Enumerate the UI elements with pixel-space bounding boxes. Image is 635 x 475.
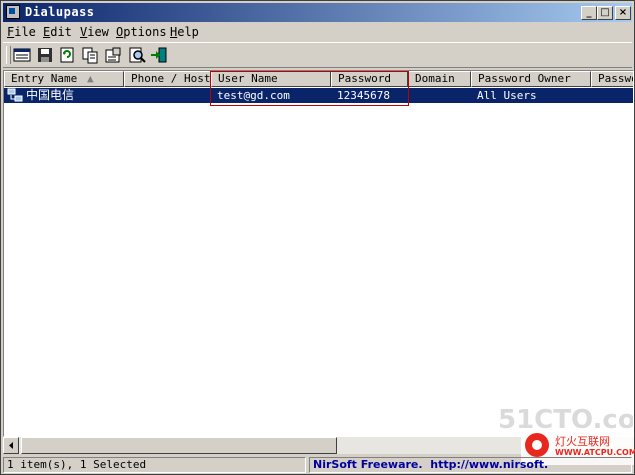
properties-icon[interactable] bbox=[104, 46, 122, 64]
menu-view[interactable]: View bbox=[80, 25, 109, 39]
watermark-brand: 灯火互联网 bbox=[555, 435, 610, 448]
refresh-icon[interactable] bbox=[58, 46, 76, 64]
window-title: Dialupass bbox=[25, 5, 95, 19]
column-entry-name[interactable]: Entry Name ▲ bbox=[4, 71, 124, 87]
entry-name-cell: 中国电信 bbox=[26, 88, 75, 102]
highlight-box bbox=[210, 71, 409, 106]
toolbar-grip[interactable] bbox=[6, 46, 11, 64]
column-password-owner[interactable]: Password Owner bbox=[471, 71, 591, 87]
menu-edit[interactable]: Edit bbox=[43, 25, 72, 39]
status-item-count: 1 item(s), 1 Selected bbox=[3, 457, 306, 473]
column-phone-host[interactable]: Phone / Host bbox=[124, 71, 211, 87]
column-domain[interactable]: Domain bbox=[408, 71, 471, 87]
menu-help[interactable]: Help bbox=[170, 25, 199, 39]
copy-icon[interactable] bbox=[81, 46, 99, 64]
password-list[interactable]: Entry Name ▲ Phone / Host User Name Pass… bbox=[3, 70, 634, 437]
scroll-thumb[interactable] bbox=[21, 437, 337, 454]
status-url-text[interactable]: http://www.nirsoft. bbox=[430, 458, 548, 471]
scroll-left-button[interactable] bbox=[3, 437, 19, 454]
maximize-button[interactable]: □ bbox=[597, 6, 613, 20]
menu-options[interactable]: Options bbox=[116, 25, 167, 39]
app-icon[interactable] bbox=[6, 5, 20, 19]
menu-file[interactable]: File bbox=[7, 25, 36, 39]
status-vendor-text: NirSoft Freeware. bbox=[313, 458, 423, 471]
app-window: Dialupass _ □ × File Edit View Options H… bbox=[0, 0, 635, 475]
save-icon[interactable] bbox=[36, 46, 54, 64]
menu-bar: File Edit View Options Help bbox=[3, 23, 632, 41]
status-vendor-link[interactable]: NirSoft Freeware. http://www.nirsoft. bbox=[309, 457, 632, 473]
network-connection-icon bbox=[7, 88, 23, 103]
title-bar[interactable]: Dialupass _ □ × bbox=[3, 3, 632, 22]
status-bar: 1 item(s), 1 Selected NirSoft Freeware. … bbox=[3, 456, 632, 474]
list-view-icon[interactable] bbox=[13, 46, 31, 64]
minimize-button[interactable]: _ bbox=[581, 6, 597, 20]
column-entry-name-label: Entry Name bbox=[11, 72, 78, 85]
find-icon[interactable] bbox=[128, 46, 146, 64]
exit-icon[interactable] bbox=[150, 46, 168, 64]
column-password-extra[interactable]: Passwo bbox=[591, 71, 633, 87]
close-button[interactable]: × bbox=[615, 6, 631, 20]
sort-arrow-icon: ▲ bbox=[87, 72, 94, 85]
toolbar bbox=[3, 42, 632, 68]
password-owner-cell: All Users bbox=[477, 89, 537, 102]
